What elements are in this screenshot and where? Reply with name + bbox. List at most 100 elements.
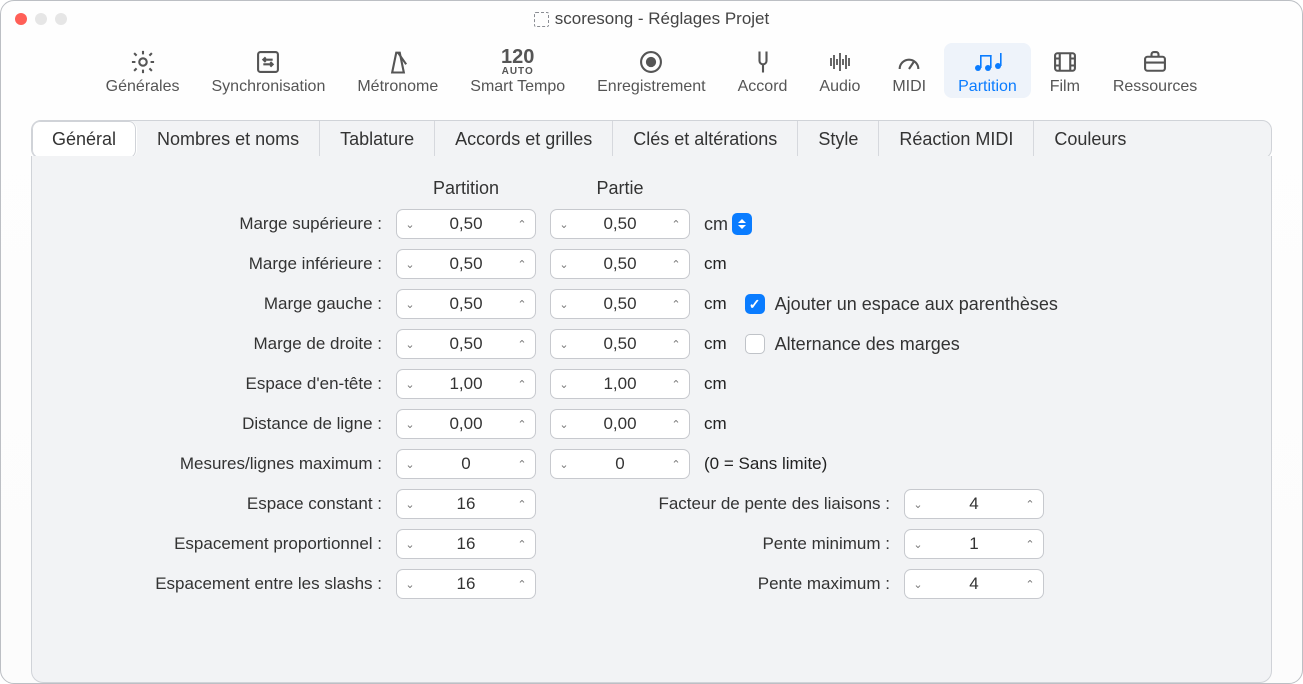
score-stepper-3[interactable]: ⌄ 0,50 ⌃ [396,329,536,359]
zoom-button[interactable] [55,13,67,25]
chevron-down-icon[interactable]: ⌄ [397,578,423,591]
minimize-button[interactable] [35,13,47,25]
toolbar-item-metronome[interactable]: Métronome [343,43,452,98]
gear-icon [129,47,157,77]
chevron-up-icon[interactable]: ⌃ [663,458,689,471]
chevron-down-icon[interactable]: ⌄ [551,378,577,391]
tab-reaction-midi[interactable]: Réaction MIDI [879,121,1034,158]
part-stepper-6[interactable]: ⌄ 0 ⌃ [550,449,690,479]
chevron-up-icon[interactable]: ⌃ [1017,498,1043,511]
chevron-down-icon[interactable]: ⌄ [905,498,931,511]
toolbar-label: Audio [819,78,860,96]
chevron-down-icon[interactable]: ⌄ [905,578,931,591]
right-stepper-0[interactable]: ⌄ 4 ⌃ [904,489,1044,519]
toolbar-item-synchronisation[interactable]: Synchronisation [198,43,340,98]
chevron-up-icon[interactable]: ⌃ [663,258,689,271]
tab-label: Accords et grilles [455,129,592,149]
toolbar-item-partition[interactable]: Partition [944,43,1031,98]
chevron-up-icon[interactable]: ⌃ [509,378,535,391]
right-stepper-1[interactable]: ⌄ 1 ⌃ [904,529,1044,559]
checkbox-paren[interactable]: Ajouter un espace aux parenthèses [745,294,1058,315]
unit-text: cm [704,254,1241,274]
right-stepper-2[interactable]: ⌄ 4 ⌃ [904,569,1044,599]
chevron-down-icon[interactable]: ⌄ [551,298,577,311]
score-stepper-2[interactable]: ⌄ 0,50 ⌃ [396,289,536,319]
chevron-down-icon[interactable]: ⌄ [397,338,423,351]
tab-style[interactable]: Style [798,121,879,158]
row-label: Marge de droite : [62,334,382,354]
toolbar-item-ressources[interactable]: Ressources [1099,43,1211,98]
toolbar-item-audio[interactable]: Audio [805,43,874,98]
tab-tablature[interactable]: Tablature [320,121,435,158]
chevron-down-icon[interactable]: ⌄ [397,418,423,431]
chevron-up-icon[interactable]: ⌃ [509,458,535,471]
chevron-down-icon[interactable]: ⌄ [397,258,423,271]
select-knob-icon[interactable] [732,213,752,235]
toolbar-item-smarttempo[interactable]: 120 AUTO Smart Tempo [456,43,579,98]
score-stepper-5[interactable]: ⌄ 0,00 ⌃ [396,409,536,439]
chevron-up-icon[interactable]: ⌃ [1017,538,1043,551]
tab-accords[interactable]: Accords et grilles [435,121,613,158]
close-button[interactable] [15,13,27,25]
part-stepper-4[interactable]: ⌄ 1,00 ⌃ [550,369,690,399]
stepper-value: 0,50 [577,214,663,234]
toolbar-item-enregistrement[interactable]: Enregistrement [583,43,720,98]
toolbar-item-generales[interactable]: Générales [92,43,194,98]
toolbar-item-accord[interactable]: Accord [724,43,802,98]
chevron-down-icon[interactable]: ⌄ [397,458,423,471]
stepper-value: 1,00 [423,374,509,394]
chevron-up-icon[interactable]: ⌃ [509,498,535,511]
checkbox-icon[interactable] [745,334,765,354]
waveform-icon [825,47,855,77]
chevron-down-icon[interactable]: ⌄ [551,338,577,351]
part-stepper-3[interactable]: ⌄ 0,50 ⌃ [550,329,690,359]
left-stepper-2[interactable]: ⌄ 16 ⌃ [396,569,536,599]
chevron-down-icon[interactable]: ⌄ [397,218,423,231]
part-stepper-5[interactable]: ⌄ 0,00 ⌃ [550,409,690,439]
part-stepper-0[interactable]: ⌄ 0,50 ⌃ [550,209,690,239]
tab-general[interactable]: Général [32,121,137,158]
chevron-up-icon[interactable]: ⌃ [509,258,535,271]
toolbar-item-film[interactable]: Film [1035,43,1095,98]
chevron-up-icon[interactable]: ⌃ [509,298,535,311]
chevron-down-icon[interactable]: ⌄ [905,538,931,551]
score-stepper-6[interactable]: ⌄ 0 ⌃ [396,449,536,479]
chevron-down-icon[interactable]: ⌄ [551,258,577,271]
chevron-up-icon[interactable]: ⌃ [509,418,535,431]
toolbar: Générales Synchronisation Métronome 120 … [1,37,1302,102]
left-stepper-0[interactable]: ⌄ 16 ⌃ [396,489,536,519]
score-stepper-1[interactable]: ⌄ 0,50 ⌃ [396,249,536,279]
checkbox-icon[interactable] [745,294,765,314]
chevron-up-icon[interactable]: ⌃ [663,298,689,311]
score-stepper-0[interactable]: ⌄ 0,50 ⌃ [396,209,536,239]
chevron-up-icon[interactable]: ⌃ [1017,578,1043,591]
left-stepper-1[interactable]: ⌄ 16 ⌃ [396,529,536,559]
chevron-down-icon[interactable]: ⌄ [397,298,423,311]
chevron-down-icon[interactable]: ⌄ [551,418,577,431]
unit-text: cm [704,414,1241,434]
chevron-up-icon[interactable]: ⌃ [663,378,689,391]
tab-cles[interactable]: Clés et altérations [613,121,798,158]
tab-nombres[interactable]: Nombres et noms [137,121,320,158]
tab-couleurs[interactable]: Couleurs [1034,121,1146,158]
chevron-down-icon[interactable]: ⌄ [551,218,577,231]
chevron-up-icon[interactable]: ⌃ [509,538,535,551]
tempo-mode: AUTO [502,67,534,77]
chevron-down-icon[interactable]: ⌄ [397,378,423,391]
unit-select[interactable]: cm [704,213,752,235]
tab-label: Réaction MIDI [899,129,1013,149]
chevron-up-icon[interactable]: ⌃ [663,418,689,431]
toolbar-item-midi[interactable]: MIDI [878,43,940,98]
chevron-up-icon[interactable]: ⌃ [509,218,535,231]
chevron-up-icon[interactable]: ⌃ [663,218,689,231]
score-stepper-4[interactable]: ⌄ 1,00 ⌃ [396,369,536,399]
chevron-down-icon[interactable]: ⌄ [397,538,423,551]
part-stepper-1[interactable]: ⌄ 0,50 ⌃ [550,249,690,279]
checkbox-alt[interactable]: Alternance des marges [745,334,960,355]
part-stepper-2[interactable]: ⌄ 0,50 ⌃ [550,289,690,319]
chevron-up-icon[interactable]: ⌃ [663,338,689,351]
chevron-down-icon[interactable]: ⌄ [551,458,577,471]
chevron-up-icon[interactable]: ⌃ [509,578,535,591]
chevron-up-icon[interactable]: ⌃ [509,338,535,351]
chevron-down-icon[interactable]: ⌄ [397,498,423,511]
